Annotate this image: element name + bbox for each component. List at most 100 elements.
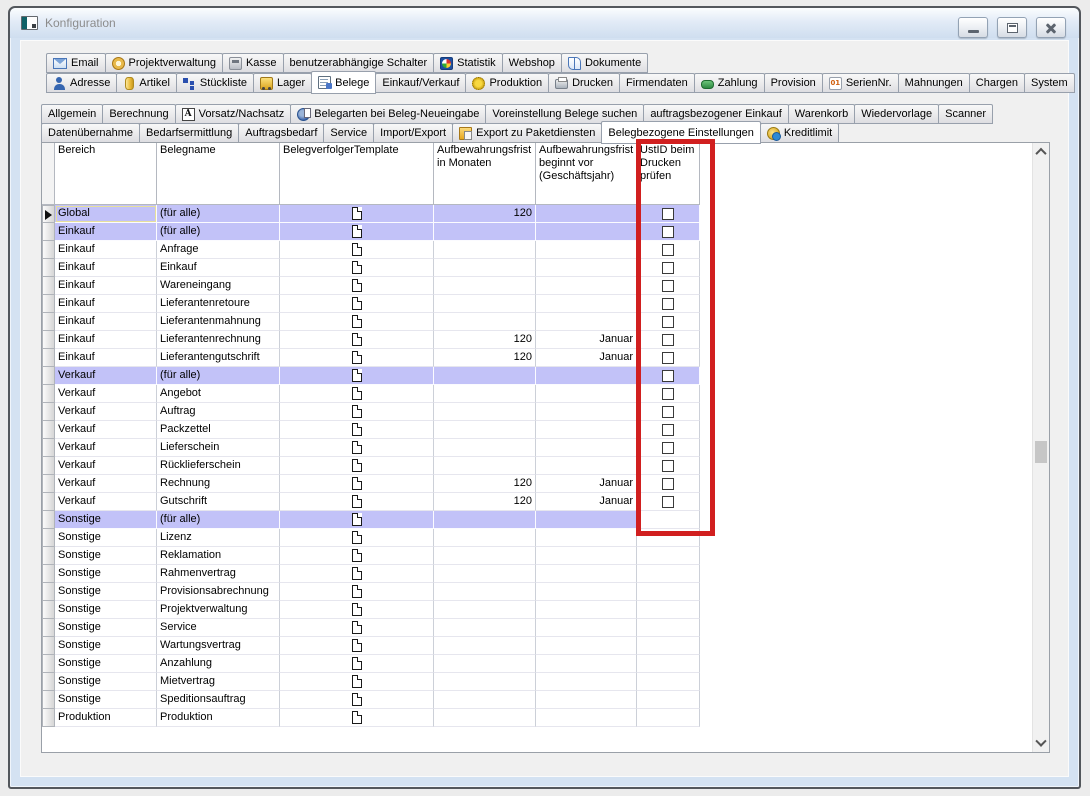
tab-vorsatz-nachsatz[interactable]: Vorsatz/Nachsatz bbox=[175, 104, 292, 124]
cell-bereich[interactable]: Sonstige bbox=[55, 637, 157, 655]
cell-aufbewahrungsfrist-monate[interactable] bbox=[434, 385, 536, 403]
cell-belegname[interactable]: Lieferantenretoure bbox=[157, 295, 280, 313]
row-header[interactable] bbox=[42, 385, 55, 403]
cell-belegverfolgertemplate[interactable] bbox=[280, 277, 434, 295]
cell-aufbewahrungsfrist-monate[interactable] bbox=[434, 511, 536, 529]
tab-artikel[interactable]: Artikel bbox=[116, 73, 177, 93]
cell-aufbewahrungsfrist-beginnt[interactable] bbox=[536, 403, 637, 421]
ustid-checkbox[interactable] bbox=[662, 226, 674, 238]
cell-belegverfolgertemplate[interactable] bbox=[280, 259, 434, 277]
row-header[interactable] bbox=[42, 691, 55, 709]
row-header[interactable] bbox=[42, 655, 55, 673]
cell-bereich[interactable]: Sonstige bbox=[55, 511, 157, 529]
cell-bereich[interactable]: Verkauf bbox=[55, 457, 157, 475]
cell-aufbewahrungsfrist-monate[interactable] bbox=[434, 529, 536, 547]
cell-belegverfolgertemplate[interactable] bbox=[280, 223, 434, 241]
cell-belegname[interactable]: Speditionsauftrag bbox=[157, 691, 280, 709]
row-header[interactable] bbox=[42, 601, 55, 619]
column-header-monate[interactable]: Aufbewahrungsfrist in Monaten bbox=[434, 143, 536, 205]
tab-webshop[interactable]: Webshop bbox=[502, 53, 562, 73]
cell-aufbewahrungsfrist-beginnt[interactable] bbox=[536, 529, 637, 547]
row-header[interactable] bbox=[42, 331, 55, 349]
cell-aufbewahrungsfrist-beginnt[interactable]: Januar bbox=[536, 349, 637, 367]
ustid-checkbox[interactable] bbox=[662, 496, 674, 508]
cell-belegverfolgertemplate[interactable] bbox=[280, 709, 434, 727]
column-header-ustid[interactable]: UstID beim Drucken prüfen bbox=[637, 143, 700, 205]
cell-aufbewahrungsfrist-beginnt[interactable] bbox=[536, 223, 637, 241]
tab-mahnungen[interactable]: Mahnungen bbox=[898, 73, 970, 93]
cell-belegverfolgertemplate[interactable] bbox=[280, 349, 434, 367]
tab-stückliste[interactable]: Stückliste bbox=[176, 73, 254, 93]
ustid-checkbox[interactable] bbox=[662, 316, 674, 328]
column-header-belegname[interactable]: Belegname bbox=[157, 143, 280, 205]
cell-belegverfolgertemplate[interactable] bbox=[280, 475, 434, 493]
cell-aufbewahrungsfrist-monate[interactable] bbox=[434, 367, 536, 385]
cell-belegname[interactable]: (für alle) bbox=[157, 367, 280, 385]
cell-ustid[interactable] bbox=[637, 439, 700, 457]
cell-belegname[interactable]: Rechnung bbox=[157, 475, 280, 493]
cell-aufbewahrungsfrist-monate[interactable] bbox=[434, 655, 536, 673]
row-header[interactable] bbox=[42, 565, 55, 583]
cell-bereich[interactable]: Sonstige bbox=[55, 583, 157, 601]
tab-dokumente[interactable]: Dokumente bbox=[561, 53, 648, 73]
cell-ustid[interactable] bbox=[637, 313, 700, 331]
cell-aufbewahrungsfrist-monate[interactable] bbox=[434, 421, 536, 439]
cell-belegname[interactable]: Rahmenvertrag bbox=[157, 565, 280, 583]
cell-ustid[interactable] bbox=[637, 655, 700, 673]
cell-ustid[interactable] bbox=[637, 529, 700, 547]
cell-belegverfolgertemplate[interactable] bbox=[280, 673, 434, 691]
column-header-template[interactable]: BelegverfolgerTemplate bbox=[280, 143, 434, 205]
cell-bereich[interactable]: Einkauf bbox=[55, 313, 157, 331]
cell-belegname[interactable]: Lizenz bbox=[157, 529, 280, 547]
cell-ustid[interactable] bbox=[637, 583, 700, 601]
tab-email[interactable]: Email bbox=[46, 53, 106, 73]
cell-aufbewahrungsfrist-beginnt[interactable] bbox=[536, 691, 637, 709]
cell-aufbewahrungsfrist-monate[interactable] bbox=[434, 259, 536, 277]
cell-belegname[interactable]: Lieferschein bbox=[157, 439, 280, 457]
cell-aufbewahrungsfrist-monate[interactable] bbox=[434, 673, 536, 691]
cell-aufbewahrungsfrist-monate[interactable] bbox=[434, 583, 536, 601]
cell-bereich[interactable]: Einkauf bbox=[55, 277, 157, 295]
ustid-checkbox[interactable] bbox=[662, 244, 674, 256]
tab-bedarfsermittlung[interactable]: Bedarfsermittlung bbox=[139, 123, 239, 143]
tab-warenkorb[interactable]: Warenkorb bbox=[788, 104, 855, 124]
cell-aufbewahrungsfrist-beginnt[interactable] bbox=[536, 313, 637, 331]
cell-bereich[interactable]: Sonstige bbox=[55, 529, 157, 547]
cell-aufbewahrungsfrist-monate[interactable] bbox=[434, 223, 536, 241]
cell-ustid[interactable] bbox=[637, 223, 700, 241]
cell-aufbewahrungsfrist-beginnt[interactable] bbox=[536, 583, 637, 601]
cell-bereich[interactable]: Produktion bbox=[55, 709, 157, 727]
cell-aufbewahrungsfrist-beginnt[interactable] bbox=[536, 205, 637, 223]
cell-belegname[interactable]: Angebot bbox=[157, 385, 280, 403]
row-header[interactable] bbox=[42, 277, 55, 295]
row-header[interactable] bbox=[42, 295, 55, 313]
row-header[interactable] bbox=[42, 313, 55, 331]
tab-berechnung[interactable]: Berechnung bbox=[102, 104, 175, 124]
ustid-checkbox[interactable] bbox=[662, 352, 674, 364]
cell-aufbewahrungsfrist-beginnt[interactable] bbox=[536, 385, 637, 403]
cell-belegname[interactable]: Anfrage bbox=[157, 241, 280, 259]
cell-aufbewahrungsfrist-beginnt[interactable] bbox=[536, 457, 637, 475]
cell-bereich[interactable]: Einkauf bbox=[55, 331, 157, 349]
cell-aufbewahrungsfrist-monate[interactable] bbox=[434, 439, 536, 457]
row-header[interactable] bbox=[42, 583, 55, 601]
cell-aufbewahrungsfrist-beginnt[interactable] bbox=[536, 619, 637, 637]
cell-ustid[interactable] bbox=[637, 277, 700, 295]
cell-belegname[interactable]: Auftrag bbox=[157, 403, 280, 421]
cell-aufbewahrungsfrist-monate[interactable]: 120 bbox=[434, 349, 536, 367]
cell-belegname[interactable]: Lieferantenmahnung bbox=[157, 313, 280, 331]
cell-aufbewahrungsfrist-beginnt[interactable] bbox=[536, 295, 637, 313]
cell-aufbewahrungsfrist-beginnt[interactable] bbox=[536, 637, 637, 655]
cell-aufbewahrungsfrist-beginnt[interactable] bbox=[536, 709, 637, 727]
cell-belegverfolgertemplate[interactable] bbox=[280, 511, 434, 529]
cell-aufbewahrungsfrist-beginnt[interactable]: Januar bbox=[536, 331, 637, 349]
tab-datenübernahme[interactable]: Datenübernahme bbox=[41, 123, 140, 143]
ustid-checkbox[interactable] bbox=[662, 280, 674, 292]
cell-bereich[interactable]: Verkauf bbox=[55, 385, 157, 403]
cell-aufbewahrungsfrist-monate[interactable] bbox=[434, 295, 536, 313]
tab-benutzerabhängige-schalter[interactable]: benutzerabhängige Schalter bbox=[283, 53, 435, 73]
ustid-checkbox[interactable] bbox=[662, 298, 674, 310]
cell-aufbewahrungsfrist-beginnt[interactable] bbox=[536, 259, 637, 277]
cell-bereich[interactable]: Verkauf bbox=[55, 439, 157, 457]
tab-produktion[interactable]: Produktion bbox=[465, 73, 549, 93]
